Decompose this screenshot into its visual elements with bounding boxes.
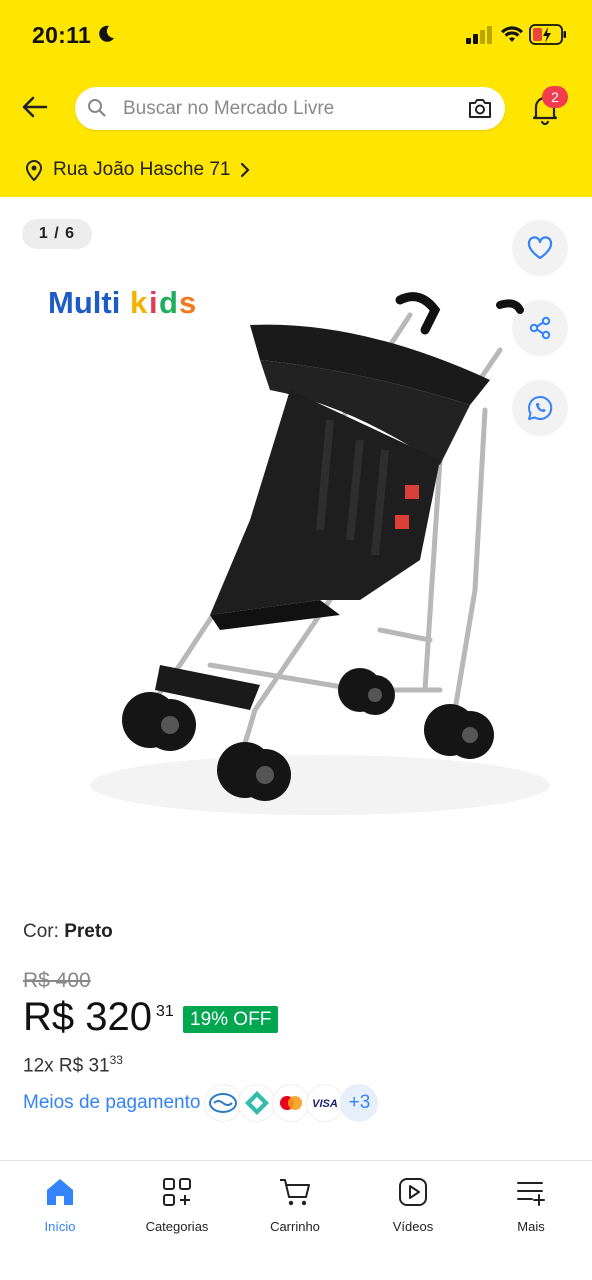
address-text: Rua João Hasche 71	[53, 159, 231, 180]
old-price: R$ 400	[23, 969, 91, 992]
tab-label: Carrinho	[270, 1219, 320, 1234]
tab-label: Início	[44, 1219, 76, 1234]
more-menu-icon	[517, 1182, 545, 1206]
svg-text:Multi: Multi	[48, 285, 120, 320]
installments-text: 12x R$ 3133	[23, 1053, 123, 1077]
tab-carrinho[interactable]: Carrinho	[240, 1175, 350, 1234]
tab-mais[interactable]: Mais	[476, 1175, 586, 1234]
location-pin-icon	[25, 160, 43, 181]
wifi-icon	[501, 26, 523, 42]
battery-icon	[529, 24, 566, 45]
visa-icon: VISA	[306, 1084, 345, 1122]
video-icon	[399, 1178, 427, 1206]
color-value: Preto	[64, 921, 113, 942]
tab-categorias[interactable]: Categorias	[122, 1175, 232, 1234]
more-payment-methods[interactable]: +3	[340, 1084, 379, 1122]
search-input[interactable]	[123, 87, 453, 130]
status-time: 20:11	[32, 22, 92, 48]
product-image[interactable]: Multi k i d s	[30, 270, 570, 850]
current-price: R$ 320 31	[23, 995, 174, 1040]
svg-text:s: s	[179, 285, 196, 320]
image-counter: 1 / 6	[22, 219, 92, 249]
notification-badge: 2	[542, 86, 568, 108]
installments-prefix: 12x R$ 31	[23, 1055, 110, 1077]
categories-icon	[163, 1178, 191, 1206]
cart-icon	[280, 1179, 310, 1206]
camera-icon[interactable]	[467, 96, 493, 120]
pix-icon	[238, 1084, 277, 1122]
payment-methods-link[interactable]: Meios de pagamento	[23, 1092, 200, 1114]
svg-text:d: d	[159, 285, 178, 320]
price-cents: 31	[155, 1003, 174, 1020]
back-arrow-icon[interactable]	[18, 90, 52, 124]
tab-inicio[interactable]: Início	[5, 1175, 115, 1234]
color-selector[interactable]: Cor: Preto	[23, 921, 113, 943]
price-main: R$ 320	[23, 995, 152, 1039]
visa-text: VISA	[313, 1098, 339, 1110]
mercado-pago-icon	[204, 1084, 243, 1122]
installments-cents: 33	[109, 1053, 123, 1067]
chevron-right-icon	[241, 162, 251, 178]
payment-methods[interactable]: Meios de pagamento VISA +3	[23, 1083, 379, 1123]
moon-icon	[99, 25, 114, 42]
signal-icon	[466, 26, 492, 44]
bottom-tab-bar: Início Categorias Carrinho Vídeos Mais	[0, 1160, 592, 1280]
app-header: 20:11 2	[0, 0, 592, 197]
heart-icon	[527, 236, 553, 260]
discount-badge: 19% OFF	[183, 1006, 279, 1033]
address-selector[interactable]: Rua João Hasche 71	[24, 155, 252, 185]
multikids-logo: Multi k i d s	[48, 285, 196, 320]
tab-label: Vídeos	[392, 1219, 434, 1234]
tab-label: Categorias	[145, 1219, 209, 1234]
search-icon	[88, 99, 106, 117]
search-bar[interactable]	[75, 87, 505, 130]
tab-videos[interactable]: Vídeos	[358, 1175, 468, 1234]
tab-label: Mais	[517, 1219, 545, 1234]
svg-text:k: k	[130, 285, 148, 320]
home-icon	[47, 1179, 73, 1205]
favorite-button[interactable]	[512, 220, 568, 276]
mastercard-icon	[272, 1084, 311, 1122]
color-label: Cor:	[23, 921, 59, 942]
svg-text:i: i	[149, 285, 158, 320]
